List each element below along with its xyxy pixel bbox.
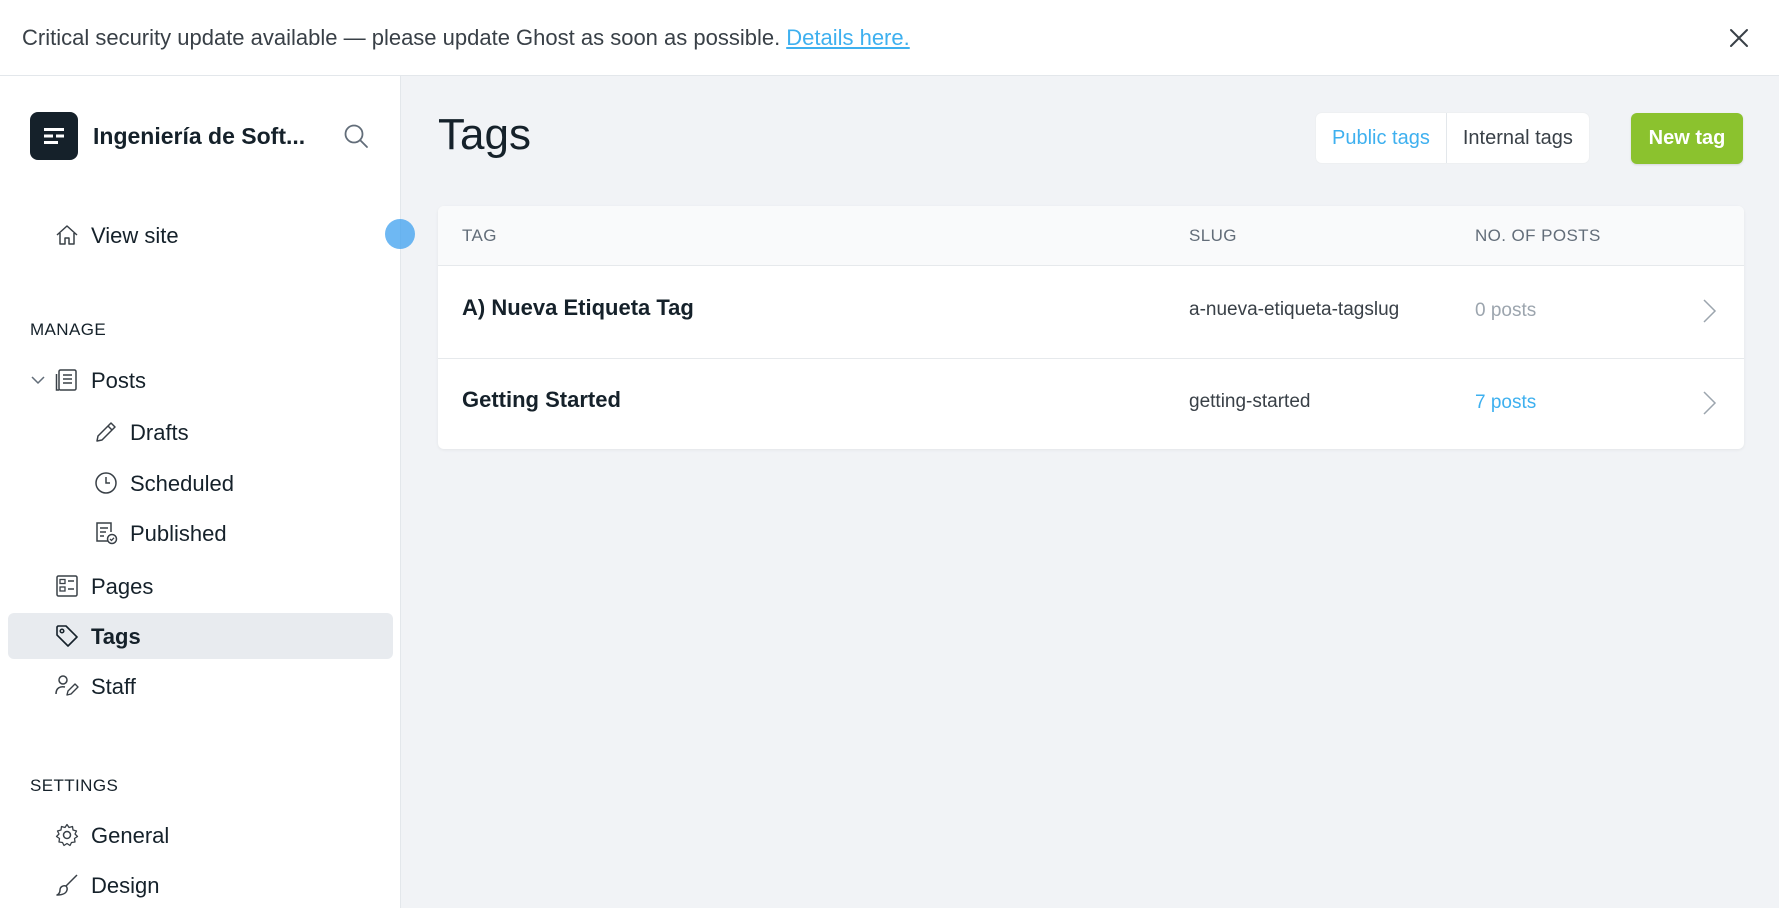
brand[interactable]: Ingeniería de Soft... bbox=[30, 112, 328, 160]
tag-visibility-filter: Public tags Internal tags bbox=[1316, 113, 1589, 163]
sidebar-item-drafts[interactable]: Drafts bbox=[8, 409, 393, 455]
sidebar-item-label: View site bbox=[91, 223, 179, 248]
home-icon bbox=[56, 225, 78, 245]
column-header-tag: TAG bbox=[462, 226, 497, 245]
gear-icon bbox=[55, 823, 79, 847]
page-title: Tags bbox=[438, 110, 531, 159]
tag-post-count-link[interactable]: 7 posts bbox=[1475, 392, 1536, 414]
brand-logo bbox=[30, 112, 78, 160]
tags-table: TAG SLUG NO. OF POSTS A) Nueva Etiqueta … bbox=[438, 206, 1744, 449]
banner-details-link[interactable]: Details here. bbox=[786, 25, 910, 51]
column-header-posts: NO. OF POSTS bbox=[1475, 226, 1601, 245]
site-name: Ingeniería de Soft... bbox=[93, 122, 306, 149]
sidebar-item-pages[interactable]: Pages bbox=[8, 563, 393, 609]
brush-icon bbox=[56, 874, 78, 896]
sidebar-item-label: Pages bbox=[91, 574, 154, 599]
tag-name[interactable]: Getting Started bbox=[462, 387, 621, 413]
tag-slug: getting-started bbox=[1189, 391, 1311, 412]
sidebar-item-label: Scheduled bbox=[130, 471, 234, 496]
sidebar-item-label: Drafts bbox=[130, 420, 189, 445]
sidebar-item-label: Staff bbox=[91, 674, 136, 699]
section-title-manage: MANAGE bbox=[30, 320, 107, 339]
sidebar-item-tags[interactable]: Tags bbox=[8, 613, 393, 659]
sidebar-item-label: Design bbox=[91, 873, 160, 898]
sidebar-item-design[interactable]: Design bbox=[8, 862, 393, 908]
chevron-right-icon[interactable] bbox=[1697, 297, 1721, 325]
sidebar-item-published[interactable]: Published bbox=[8, 510, 393, 556]
sidebar-item-label: Posts bbox=[91, 368, 147, 393]
tag-slug: a-nueva-etiqueta-tagslug bbox=[1189, 299, 1400, 320]
chevron-right-icon[interactable] bbox=[1697, 389, 1721, 417]
sidebar: Ingeniería de Soft... View site MANAGE P… bbox=[0, 76, 401, 908]
table-row[interactable]: Getting Started getting-started 7 posts bbox=[438, 358, 1744, 449]
table-header: TAG SLUG NO. OF POSTS bbox=[438, 206, 1744, 266]
posts-icon bbox=[55, 369, 77, 391]
sidebar-item-label: General bbox=[91, 823, 170, 848]
new-tag-button[interactable]: New tag bbox=[1631, 113, 1743, 164]
close-icon[interactable] bbox=[1725, 24, 1753, 52]
column-header-slug: SLUG bbox=[1189, 226, 1237, 245]
search-icon[interactable] bbox=[342, 122, 370, 150]
sidebar-item-label: Tags bbox=[91, 624, 141, 649]
table-row[interactable]: A) Nueva Etiqueta Tag a-nueva-etiqueta-t… bbox=[438, 267, 1744, 358]
pencil-icon bbox=[96, 422, 116, 442]
sidebar-item-view-site[interactable]: View site bbox=[8, 212, 393, 258]
sidebar-item-posts[interactable]: Posts bbox=[8, 357, 393, 403]
internal-tags-button[interactable]: Internal tags bbox=[1445, 113, 1589, 163]
clock-icon bbox=[95, 472, 117, 494]
public-tags-button[interactable]: Public tags bbox=[1316, 113, 1446, 163]
tag-icon bbox=[56, 625, 78, 647]
cursor-indicator bbox=[385, 219, 415, 249]
section-title-settings: SETTINGS bbox=[30, 776, 119, 795]
published-icon bbox=[96, 522, 118, 545]
tag-post-count: 0 posts bbox=[1475, 300, 1537, 321]
security-banner: Critical security update available — ple… bbox=[0, 0, 1779, 76]
sidebar-item-staff[interactable]: Staff bbox=[8, 663, 393, 709]
sidebar-item-scheduled[interactable]: Scheduled bbox=[8, 460, 393, 506]
pages-icon bbox=[56, 575, 78, 597]
chevron-down-icon[interactable] bbox=[30, 372, 46, 388]
tag-name[interactable]: A) Nueva Etiqueta Tag bbox=[462, 295, 694, 321]
staff-icon bbox=[55, 675, 79, 696]
sidebar-item-general[interactable]: General bbox=[8, 812, 393, 858]
sidebar-item-label: Published bbox=[130, 521, 227, 546]
banner-text: Critical security update available — ple… bbox=[22, 24, 781, 50]
